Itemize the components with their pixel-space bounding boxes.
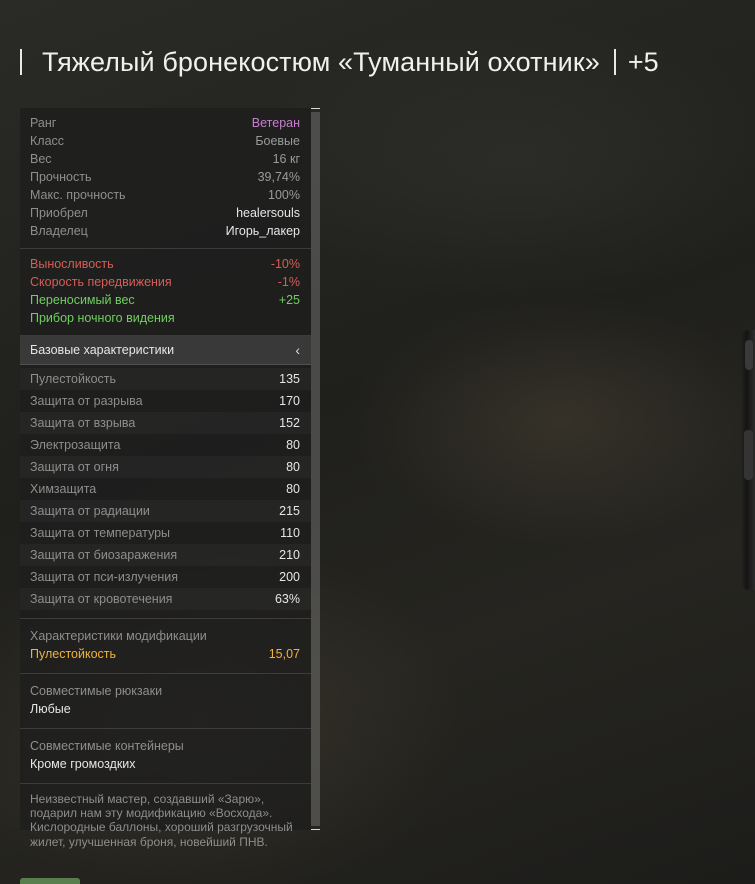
stat-row: Скорость передвижения -1%	[20, 273, 311, 291]
stat-row: Приобрел healersouls	[20, 204, 311, 222]
stat-key: Защита от пси-излучения	[30, 570, 179, 584]
mod-stat-value: 15,07	[268, 647, 300, 661]
bottom-tab-indicator[interactable]	[20, 878, 80, 884]
stat-row: Прочность 39,74%	[20, 168, 311, 186]
stat-row: Ранг Ветеран	[20, 114, 311, 132]
stat-value: -1%	[277, 275, 300, 289]
stat-row: Защита от огня 80	[20, 456, 311, 478]
containers-title: Совместимые контейнеры	[30, 739, 184, 753]
stat-key: Ранг	[30, 116, 57, 130]
backpacks-value: Любые	[30, 702, 71, 716]
mod-stats-section: Характеристики модификации Пулестойкость…	[20, 619, 311, 674]
item-description: Неизвестный мастер, создавший «Зарю», по…	[30, 792, 293, 849]
stat-value: 16 кг	[272, 152, 300, 166]
containers-value: Кроме громоздких	[30, 757, 136, 771]
stat-key: Приобрел	[30, 206, 88, 220]
stat-value: 39,74%	[257, 170, 300, 184]
stat-row: Защита от радиации 215	[20, 500, 311, 522]
stat-value: 215	[279, 504, 300, 518]
stat-value: 100%	[268, 188, 300, 202]
stat-value: +25	[278, 293, 300, 307]
item-upgrade-level: +5	[627, 46, 659, 77]
stat-key: Защита от биозаражения	[30, 548, 178, 562]
base-stats-header[interactable]: Базовые характеристики ‹	[20, 336, 311, 365]
stat-key: Прочность	[30, 170, 92, 184]
stat-value: healersouls	[236, 206, 300, 220]
stat-value: 210	[279, 548, 300, 562]
stat-value: -10%	[270, 257, 300, 271]
stat-key: Владелец	[30, 224, 88, 238]
containers-section: Совместимые контейнеры Кроме громоздких	[20, 729, 311, 784]
stat-row: Защита от взрыва 152	[20, 412, 311, 434]
stat-key: Макс. прочность	[30, 188, 126, 202]
stat-row: Защита от кровотечения 63%	[20, 588, 311, 610]
stat-value: 135	[279, 372, 300, 386]
scrollbar-bottom-cap	[311, 829, 320, 830]
stat-row: Химзащита 80	[20, 478, 311, 500]
character-detail	[745, 340, 753, 370]
stat-value: 170	[279, 394, 300, 408]
stat-row: Класс Боевые	[20, 132, 311, 150]
stat-row: Выносливость -10%	[20, 255, 311, 273]
stat-key: Электрозащита	[30, 438, 121, 452]
stat-row: Прибор ночного видения	[20, 309, 311, 327]
effects-section: Выносливость -10% Скорость передвижения -1%…	[20, 249, 311, 336]
character-detail	[744, 430, 753, 480]
stat-value: 80	[286, 482, 300, 496]
stat-key: Вес	[30, 152, 52, 166]
base-stats-list: Пулестойкость 135 Защита от разрыва 170 Защи…	[20, 365, 311, 619]
stat-value: Ветеран	[251, 116, 300, 130]
stat-key: Защита от огня	[30, 460, 119, 474]
stat-row: Защита от биозаражения 210	[20, 544, 311, 566]
mod-stat-row: Пулестойкость 15,07	[20, 645, 311, 663]
stat-value: Боевые	[255, 134, 300, 148]
mod-stat-key: Пулестойкость	[30, 647, 117, 661]
info-section: Ранг Ветеран Класс Боевые Вес 16 кг Прочность 3…	[20, 108, 311, 249]
stat-row: Пулестойкость 135	[20, 368, 311, 390]
stat-row: Макс. прочность 100%	[20, 186, 311, 204]
item-title-bar: Тяжелый бронекостюм «Туманный охотник» +…	[20, 44, 659, 80]
stat-row: Защита от температуры 110	[20, 522, 311, 544]
stat-key: Скорость передвижения	[30, 275, 172, 289]
stat-key: Пулестойкость	[30, 372, 117, 386]
stat-value: 152	[279, 416, 300, 430]
mod-stats-title: Характеристики модификации	[30, 629, 207, 643]
stat-row: Защита от пси-излучения 200	[20, 566, 311, 588]
stat-key: Защита от кровотечения	[30, 592, 173, 606]
stat-key: Защита от температуры	[30, 526, 171, 540]
stat-value: 110	[280, 526, 300, 540]
base-stats-title: Базовые характеристики	[30, 343, 175, 357]
item-stats-panel[interactable]: Ранг Ветеран Класс Боевые Вес 16 кг Прочность 3…	[20, 108, 311, 849]
scrollbar-top-cap	[311, 108, 320, 109]
stat-key: Переносимый вес	[30, 293, 135, 307]
stat-key: Прибор ночного видения	[30, 311, 175, 325]
stat-row: Электрозащита 80	[20, 434, 311, 456]
item-name: Тяжелый бронекостюм «Туманный охотник»	[42, 46, 600, 77]
stat-row: Владелец Игорь_лакер	[20, 222, 311, 240]
stat-row: Вес 16 кг	[20, 150, 311, 168]
stat-value: 63%	[274, 592, 300, 606]
stat-value: Игорь_лакер	[225, 224, 300, 238]
stat-key: Выносливость	[30, 257, 114, 271]
backpacks-section: Совместимые рюкзаки Любые	[20, 674, 311, 729]
stat-value: 80	[286, 438, 300, 452]
stat-key: Защита от разрыва	[30, 394, 143, 408]
stat-row: Защита от разрыва 170	[20, 390, 311, 412]
panel-scrollbar[interactable]	[311, 108, 320, 830]
stat-value: 200	[279, 570, 300, 584]
stat-key: Защита от радиации	[30, 504, 150, 518]
stat-key: Защита от взрыва	[30, 416, 136, 430]
stat-value: 80	[286, 460, 300, 474]
stat-key: Класс	[30, 134, 65, 148]
collapse-chevron-icon[interactable]: ‹	[295, 342, 300, 358]
title-divider	[20, 49, 22, 75]
backpacks-title: Совместимые рюкзаки	[30, 684, 163, 698]
scrollbar-thumb[interactable]	[311, 112, 320, 826]
title-divider	[613, 49, 616, 75]
stat-row: Переносимый вес +25	[20, 291, 311, 309]
stat-key: Химзащита	[30, 482, 97, 496]
